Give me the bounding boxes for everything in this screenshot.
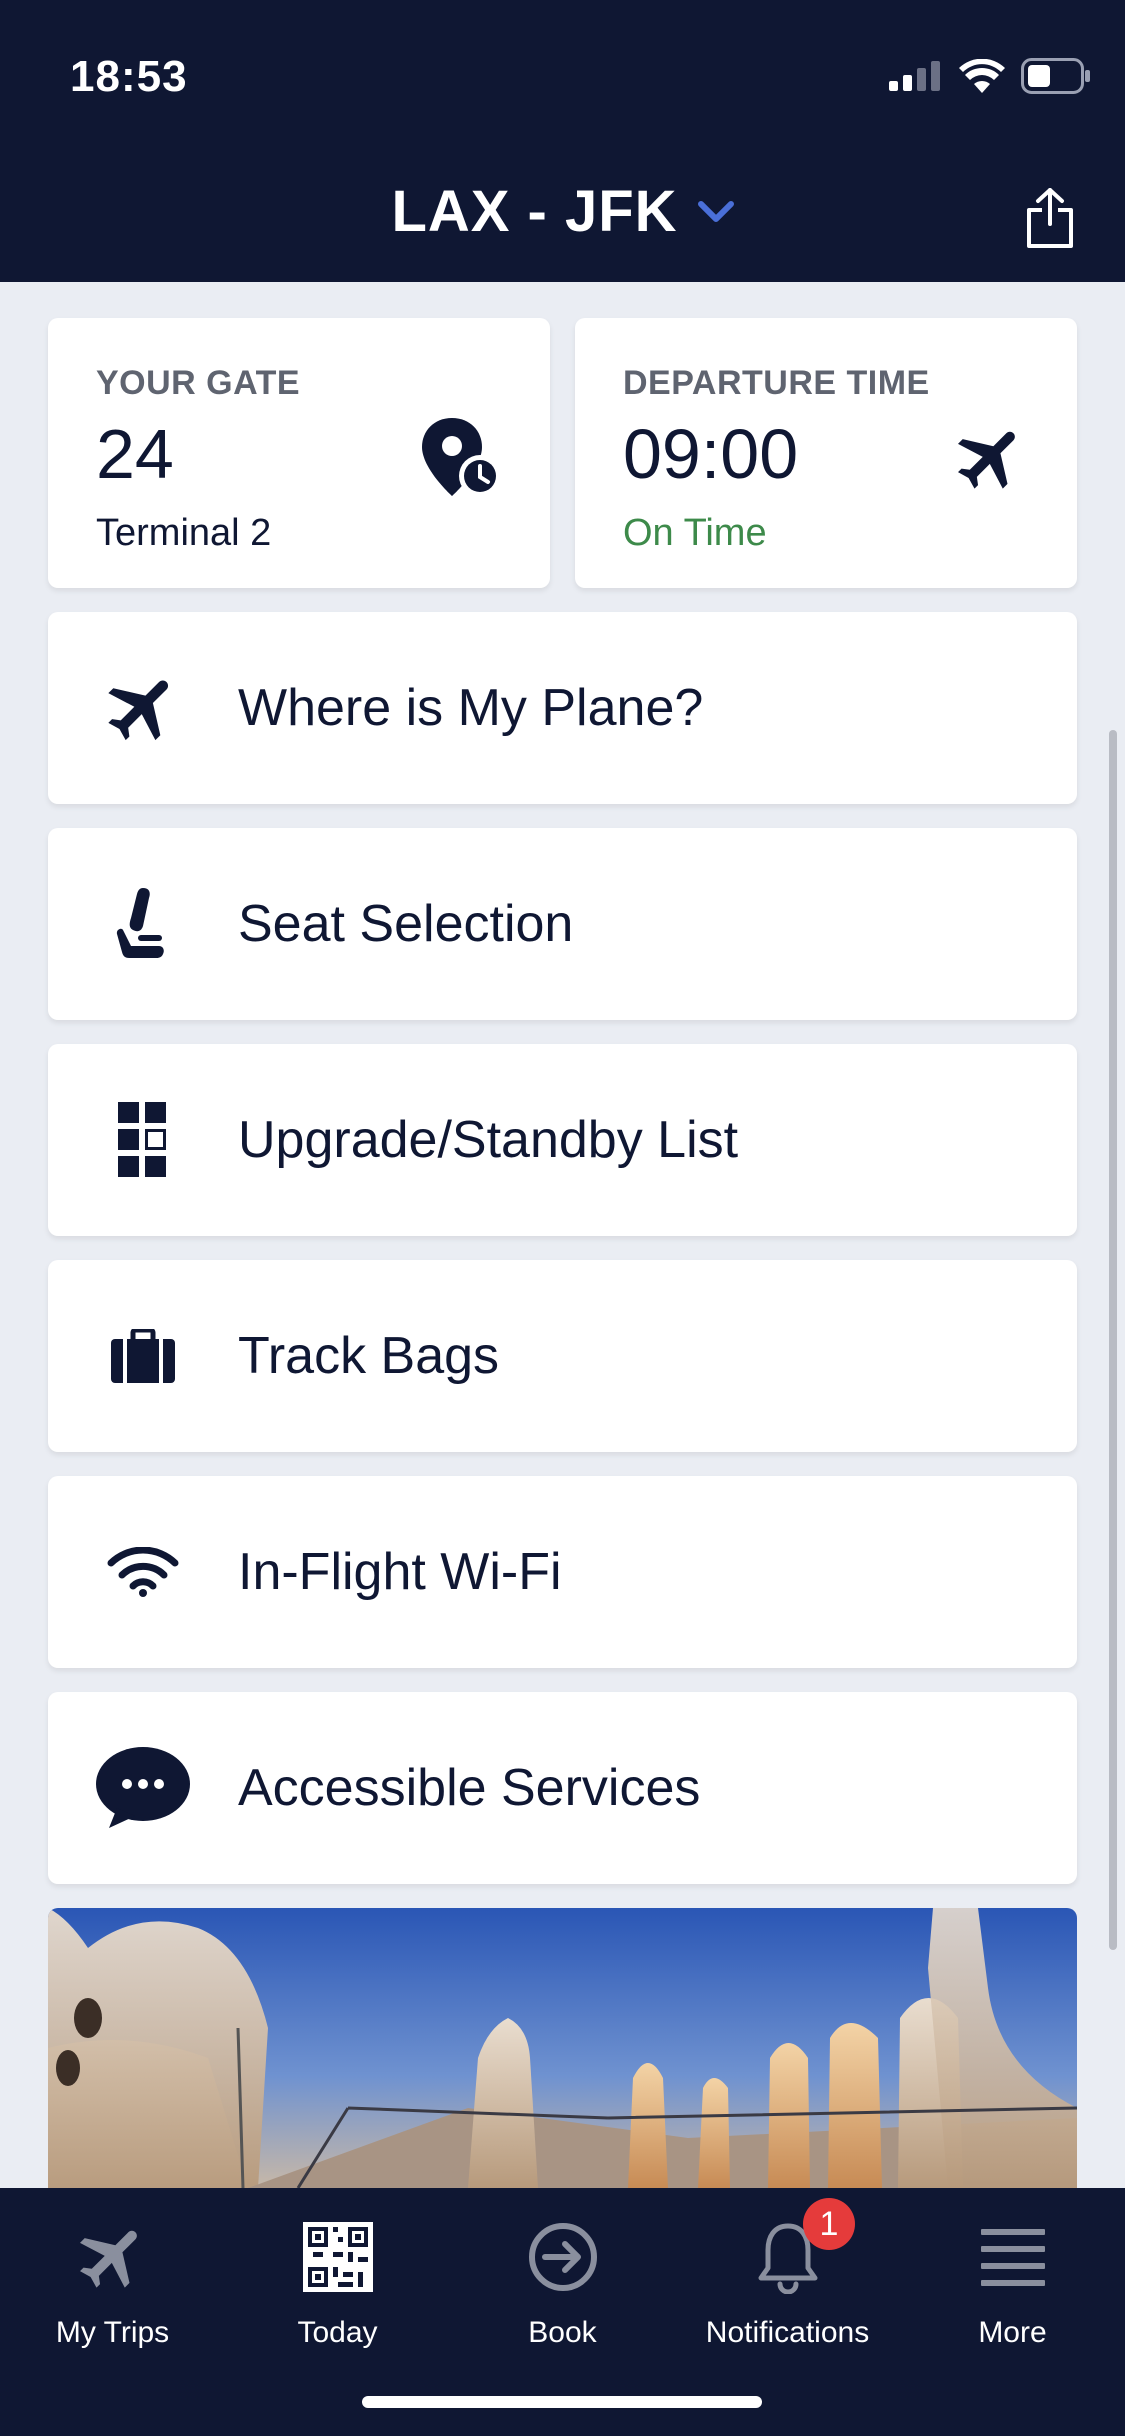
list-grid-icon bbox=[48, 1102, 238, 1178]
status-icons bbox=[889, 58, 1091, 94]
plane-icon bbox=[0, 2212, 225, 2302]
bell-icon: 1 bbox=[675, 2198, 900, 2302]
seat-icon bbox=[48, 886, 238, 962]
tab-label: More bbox=[978, 2316, 1047, 2349]
menu-item-label: Accessible Services bbox=[238, 1759, 701, 1817]
wifi-status-icon bbox=[959, 59, 1005, 93]
arrow-circle-icon bbox=[450, 2212, 675, 2302]
route-title[interactable]: LAX - JFK bbox=[0, 178, 1125, 245]
notification-badge: 1 bbox=[803, 2198, 855, 2250]
departure-time: 09:00 bbox=[623, 415, 799, 493]
menu-item-track-bags[interactable]: Track Bags bbox=[48, 1260, 1077, 1452]
departure-label: DEPARTURE TIME bbox=[623, 364, 930, 402]
gate-card[interactable]: YOUR GATE 24 Terminal 2 bbox=[48, 318, 550, 588]
tab-label: Book bbox=[528, 2316, 597, 2349]
terminal-text: Terminal 2 bbox=[96, 512, 272, 554]
wifi-icon bbox=[48, 1547, 238, 1597]
tab-label: Today bbox=[297, 2316, 378, 2349]
plane-icon bbox=[951, 418, 1031, 503]
route-title-text: LAX - JFK bbox=[391, 179, 678, 244]
chevron-down-icon bbox=[697, 200, 734, 222]
plane-icon bbox=[48, 666, 238, 750]
share-icon bbox=[1027, 188, 1073, 248]
tab-label: My Trips bbox=[55, 2316, 170, 2349]
hamburger-menu-icon bbox=[900, 2212, 1125, 2302]
home-indicator[interactable] bbox=[362, 2396, 762, 2408]
gate-label: YOUR GATE bbox=[96, 364, 301, 402]
chat-bubble-icon bbox=[48, 1746, 238, 1830]
luggage-icon bbox=[48, 1329, 238, 1383]
tab-more[interactable]: More bbox=[900, 2212, 1125, 2350]
menu-item-in-flight-wifi[interactable]: In-Flight Wi-Fi bbox=[48, 1476, 1077, 1668]
menu-item-label: In-Flight Wi-Fi bbox=[238, 1543, 562, 1601]
battery-icon bbox=[1021, 58, 1090, 94]
flight-status: On Time bbox=[623, 512, 767, 554]
tab-today[interactable]: Today bbox=[225, 2212, 450, 2350]
tab-book[interactable]: Book bbox=[450, 2212, 675, 2350]
share-button[interactable] bbox=[1025, 188, 1075, 253]
departure-card[interactable]: DEPARTURE TIME 09:00 On Time bbox=[575, 318, 1077, 588]
map-pin-clock-icon bbox=[416, 414, 506, 509]
header: 18:53 LAX - JFK bbox=[0, 0, 1125, 282]
menu-item-label: Track Bags bbox=[238, 1327, 500, 1385]
menu-item-accessible-services[interactable]: Accessible Services bbox=[48, 1692, 1077, 1884]
qr-code-icon bbox=[225, 2212, 450, 2302]
menu-item-where-is-my-plane[interactable]: Where is My Plane? bbox=[48, 612, 1077, 804]
tab-label: Notifications bbox=[705, 2316, 870, 2349]
menu-item-label: Where is My Plane? bbox=[238, 679, 704, 737]
menu-item-seat-selection[interactable]: Seat Selection bbox=[48, 828, 1077, 1020]
tab-notifications[interactable]: 1 Notifications bbox=[675, 2198, 900, 2350]
menu-item-label: Seat Selection bbox=[238, 895, 574, 953]
scrollbar[interactable] bbox=[1109, 730, 1117, 1950]
promo-photo[interactable] bbox=[48, 1908, 1077, 2188]
menu-item-label: Upgrade/Standby List bbox=[238, 1111, 739, 1169]
menu-item-upgrade-standby-list[interactable]: Upgrade/Standby List bbox=[48, 1044, 1077, 1236]
cellular-signal-icon bbox=[889, 61, 940, 91]
gate-number: 24 bbox=[96, 415, 174, 493]
tab-my-trips[interactable]: My Trips bbox=[0, 2212, 225, 2350]
status-time: 18:53 bbox=[70, 52, 188, 101]
screen: 18:53 LAX - JFK YOUR GATE 24 Terminal 2 … bbox=[0, 0, 1125, 2436]
